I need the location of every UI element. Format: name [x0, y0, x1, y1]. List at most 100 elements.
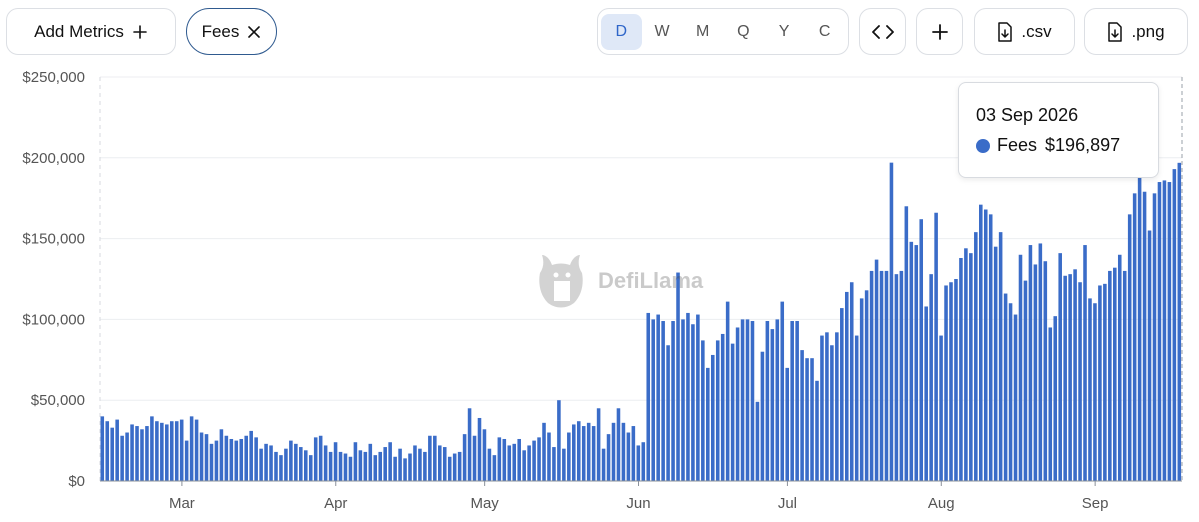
bar[interactable] [686, 312, 690, 481]
bar[interactable] [730, 343, 735, 481]
bar[interactable] [969, 253, 973, 481]
bar[interactable] [567, 432, 571, 481]
bar[interactable] [527, 445, 531, 481]
bar[interactable] [1083, 245, 1087, 481]
bar[interactable] [1088, 298, 1092, 481]
bar[interactable] [1043, 261, 1048, 481]
bar[interactable] [343, 453, 348, 481]
bar[interactable] [512, 443, 517, 481]
bar[interactable] [1177, 162, 1182, 481]
bar[interactable] [194, 419, 199, 481]
bar[interactable] [383, 447, 387, 481]
bar[interactable] [169, 421, 174, 481]
bar[interactable] [120, 435, 124, 481]
bar[interactable] [1113, 267, 1117, 481]
bar[interactable] [452, 453, 457, 481]
bar[interactable] [547, 432, 551, 481]
bar[interactable] [869, 270, 874, 481]
bar[interactable] [557, 400, 561, 481]
bar[interactable] [998, 232, 1003, 481]
bar[interactable] [964, 248, 968, 481]
bar[interactable] [859, 298, 864, 481]
bar[interactable] [939, 335, 943, 481]
bar[interactable] [770, 329, 775, 481]
bar[interactable] [442, 447, 447, 481]
bar[interactable] [502, 438, 507, 481]
bar[interactable] [879, 270, 884, 481]
bar[interactable] [1078, 282, 1082, 481]
bar[interactable] [715, 340, 720, 481]
bar[interactable] [1063, 275, 1067, 481]
bar[interactable] [1098, 285, 1102, 481]
bar[interactable] [174, 421, 179, 481]
bar[interactable] [487, 448, 492, 481]
bar[interactable] [1147, 230, 1152, 481]
bar[interactable] [696, 314, 700, 481]
bar[interactable] [125, 432, 129, 481]
bar[interactable] [1033, 264, 1038, 481]
bar[interactable] [140, 429, 144, 481]
bar[interactable] [825, 332, 829, 481]
bar[interactable] [537, 437, 541, 481]
bar[interactable] [492, 455, 497, 481]
bar[interactable] [1093, 303, 1097, 481]
bar[interactable] [820, 335, 824, 481]
bar[interactable] [477, 417, 482, 481]
bar[interactable] [864, 290, 869, 481]
bar[interactable] [1028, 245, 1033, 481]
bar[interactable] [641, 442, 646, 481]
bar[interactable] [562, 448, 566, 481]
bar[interactable] [199, 432, 204, 481]
bar[interactable] [576, 421, 581, 481]
bar[interactable] [735, 327, 740, 481]
bar[interactable] [1122, 270, 1127, 481]
bar[interactable] [884, 270, 889, 481]
bar[interactable] [338, 451, 343, 481]
bar[interactable] [691, 324, 695, 481]
bar[interactable] [1103, 283, 1107, 481]
bar[interactable] [378, 451, 383, 481]
bar[interactable] [100, 416, 105, 481]
bar[interactable] [179, 419, 184, 481]
bar[interactable] [358, 450, 363, 481]
bar[interactable] [631, 426, 636, 481]
bar[interactable] [229, 438, 234, 481]
bar[interactable] [373, 455, 378, 481]
bar[interactable] [889, 162, 894, 481]
bar[interactable] [308, 455, 313, 481]
bar[interactable] [264, 443, 268, 481]
bar[interactable] [408, 453, 412, 481]
bar[interactable] [294, 443, 298, 481]
bar[interactable] [815, 380, 819, 481]
bar[interactable] [661, 321, 665, 481]
bar[interactable] [572, 424, 576, 481]
bar[interactable] [760, 351, 765, 481]
bar[interactable] [1038, 243, 1043, 481]
bar[interactable] [959, 257, 963, 481]
bar[interactable] [725, 301, 730, 481]
bar[interactable] [1008, 303, 1013, 481]
bar[interactable] [1142, 191, 1147, 481]
bar[interactable] [368, 443, 373, 481]
bar[interactable] [105, 421, 110, 481]
bar[interactable] [532, 440, 536, 481]
bar[interactable] [874, 259, 879, 481]
bar[interactable] [720, 333, 725, 481]
bar[interactable] [150, 416, 154, 481]
bar[interactable] [755, 401, 760, 481]
bar[interactable] [542, 422, 546, 481]
bar[interactable] [269, 445, 273, 481]
bar[interactable] [1023, 280, 1028, 481]
bar[interactable] [254, 437, 258, 481]
bar[interactable] [740, 319, 745, 481]
bar[interactable] [1073, 269, 1077, 481]
bar[interactable] [428, 435, 432, 481]
bar[interactable] [313, 437, 318, 481]
bar[interactable] [160, 422, 164, 481]
bar[interactable] [830, 345, 834, 481]
bar[interactable] [110, 427, 114, 481]
bar[interactable] [904, 206, 909, 481]
bar[interactable] [1068, 274, 1072, 481]
bar[interactable] [626, 432, 631, 481]
bar[interactable] [949, 282, 953, 481]
